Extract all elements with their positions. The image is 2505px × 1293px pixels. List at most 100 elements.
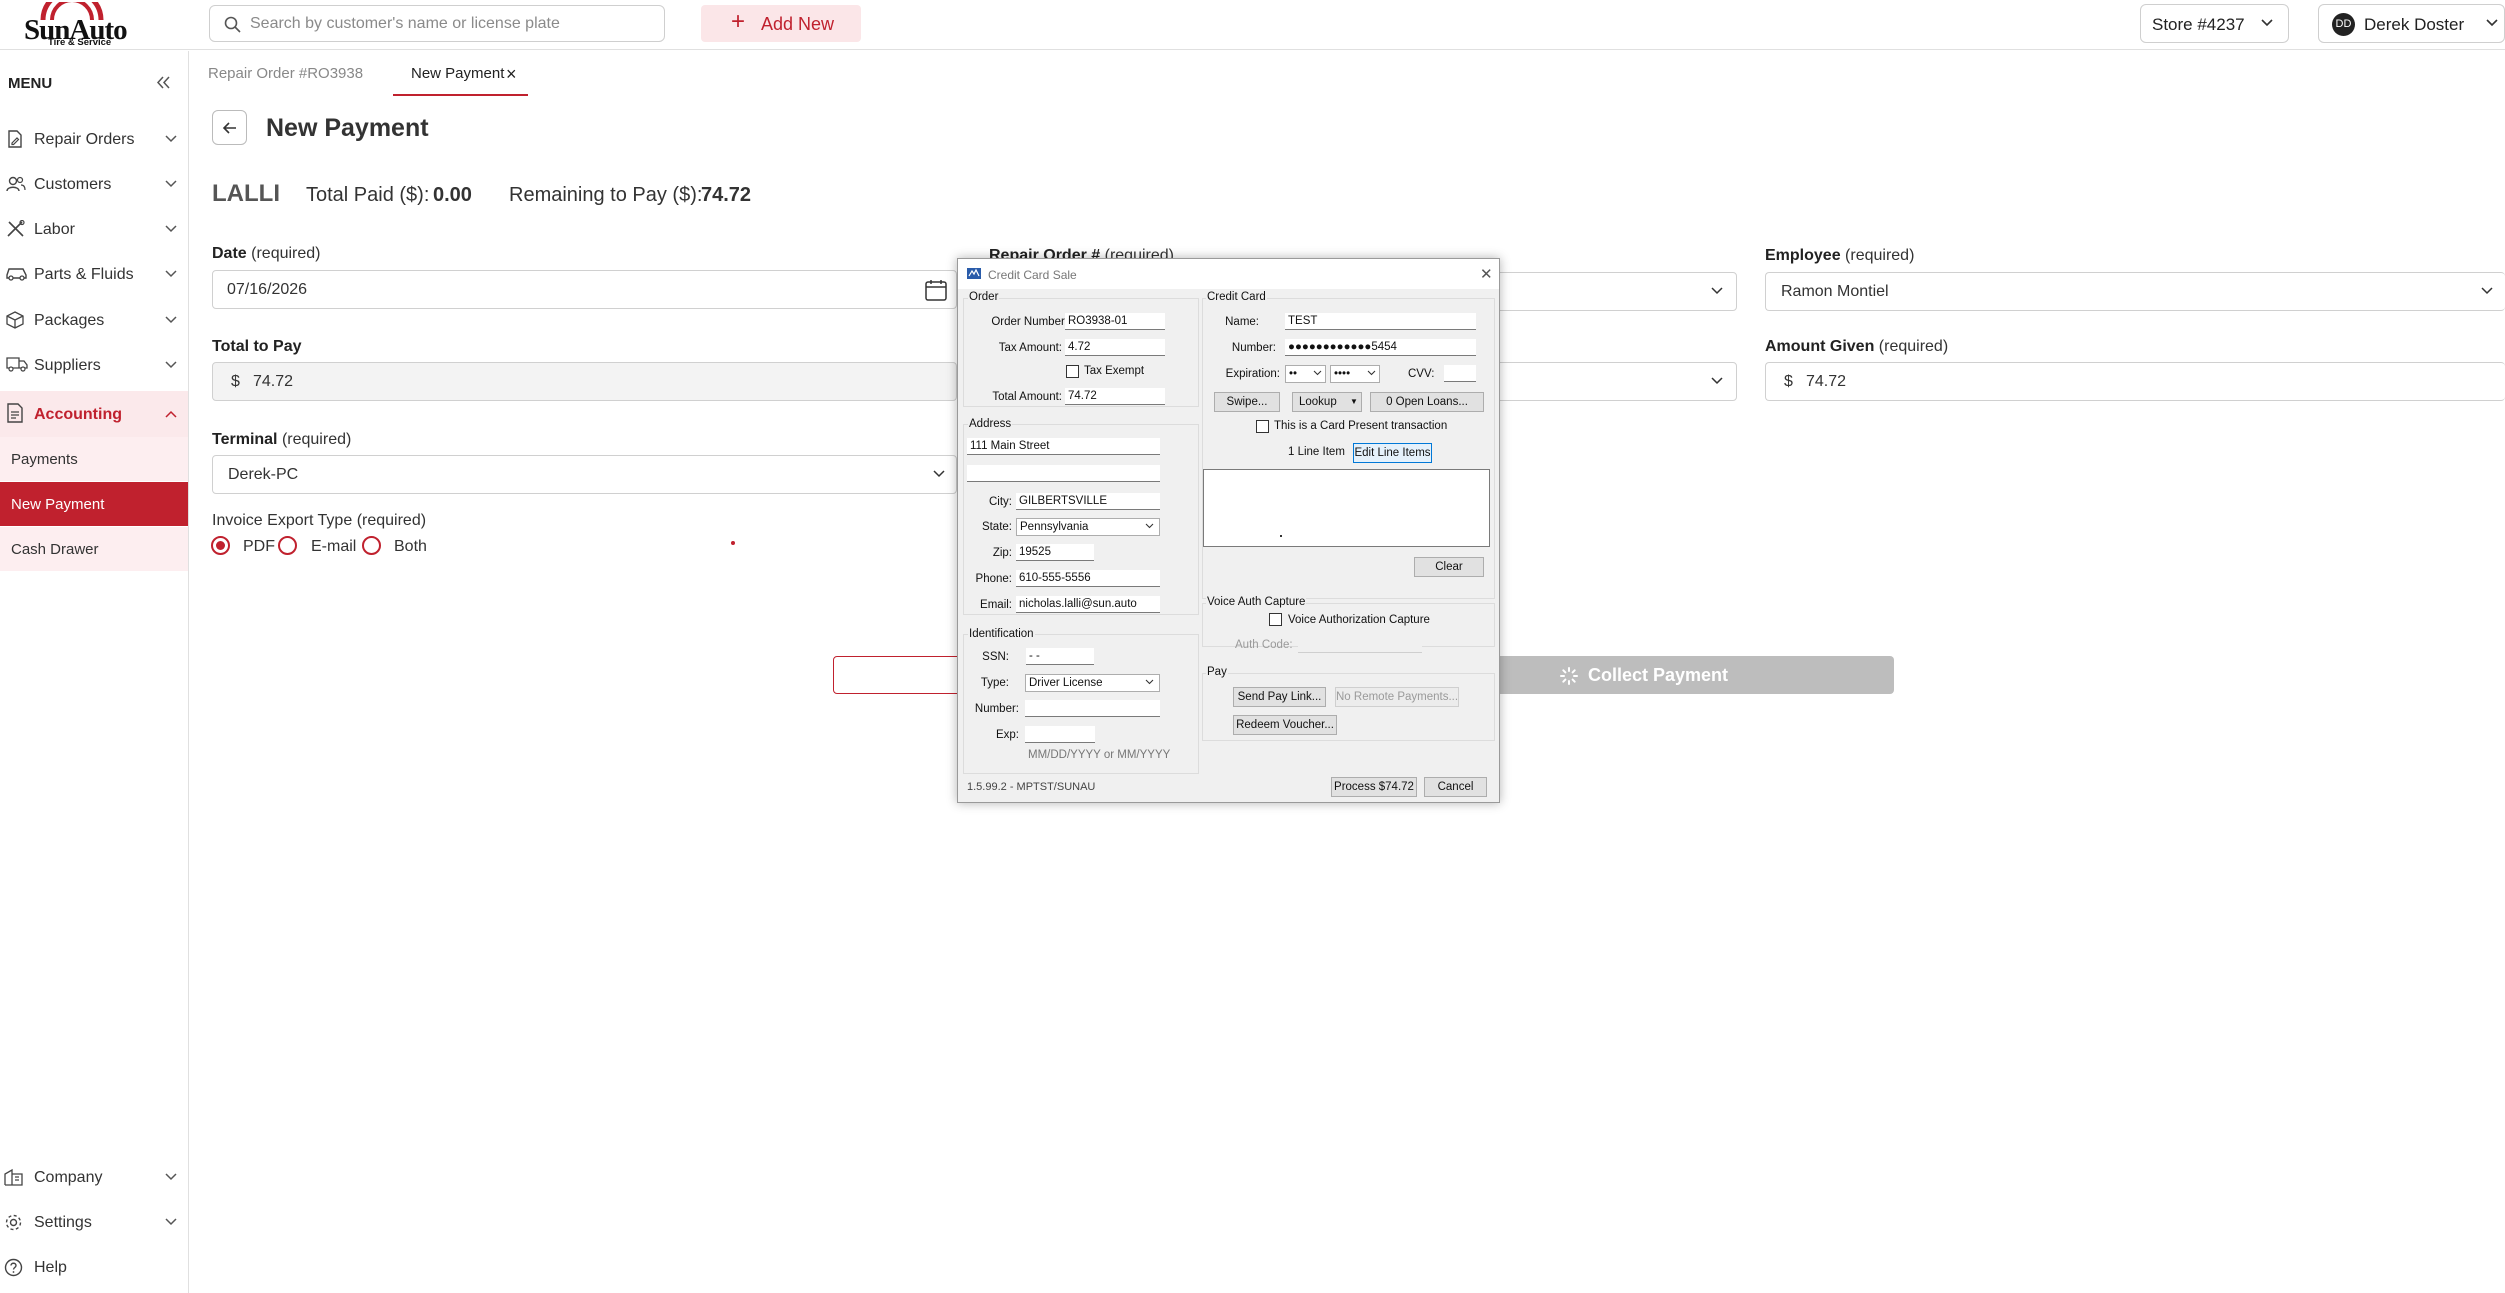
pay-group-title: Pay: [1206, 666, 1228, 678]
swipe-button[interactable]: Swipe...: [1214, 392, 1280, 412]
sidebar-item-suppliers[interactable]: Suppliers: [0, 344, 188, 386]
id-number-label: Number:: [974, 703, 1019, 715]
sidebar-item-repair-orders[interactable]: Repair Orders: [0, 118, 188, 160]
process-payment-button[interactable]: Process $74.72: [1331, 777, 1417, 797]
id-exp-field[interactable]: [1025, 726, 1095, 743]
close-tab-icon[interactable]: ×: [506, 64, 517, 85]
payment-method-select[interactable]: [1490, 362, 1737, 401]
chevron-down-icon: [165, 361, 177, 369]
cancel-payment-button[interactable]: [833, 656, 963, 694]
clear-button[interactable]: Clear: [1414, 557, 1484, 577]
sidebar-item-company[interactable]: Company: [0, 1158, 188, 1196]
currency-symbol: $: [1784, 373, 1793, 390]
state-select[interactable]: Pennsylvania: [1016, 518, 1160, 536]
tab-repair-order[interactable]: Repair Order #RO3938: [190, 51, 375, 96]
tab-new-payment[interactable]: New Payment ×: [393, 51, 528, 96]
id-exp-label: Exp:: [995, 729, 1019, 741]
address-line2-field[interactable]: [967, 465, 1160, 482]
ledger-icon: [7, 403, 23, 423]
sunauto-logo[interactable]: SunAuto Tire & Service: [24, 2, 128, 48]
employee-select[interactable]: Ramon Montiel: [1765, 272, 2505, 311]
user-menu[interactable]: DD Derek Doster: [2318, 4, 2505, 43]
sidebar-subitem-new-payment[interactable]: New Payment: [0, 482, 188, 526]
menu-label: MENU: [8, 75, 53, 92]
file-edit-icon: [8, 130, 22, 148]
signature-mark: [1280, 535, 1282, 537]
card-number-label: Number:: [1231, 342, 1276, 354]
ssn-field[interactable]: - -: [1026, 648, 1094, 665]
sidebar-item-settings[interactable]: Settings: [0, 1203, 188, 1241]
id-type-select[interactable]: Driver License: [1025, 674, 1160, 692]
cvv-field[interactable]: [1444, 365, 1476, 382]
lookup-button[interactable]: Lookup ▼: [1292, 392, 1362, 412]
sidebar-subitem-payments[interactable]: Payments: [0, 437, 188, 481]
export-pdf-radio[interactable]: [211, 536, 230, 555]
dialog-cancel-button[interactable]: Cancel: [1424, 777, 1487, 797]
date-field[interactable]: 07/16/2026: [212, 270, 957, 309]
calendar-icon[interactable]: [925, 279, 947, 301]
export-both-radio[interactable]: [362, 536, 381, 555]
add-new-button[interactable]: + Add New: [701, 5, 861, 42]
sidebar-item-accounting[interactable]: Accounting: [0, 391, 188, 437]
tax-exempt-checkbox[interactable]: [1066, 365, 1079, 378]
chevron-down-icon: [1711, 377, 1723, 385]
gear-icon: [5, 1214, 22, 1231]
exp-format-hint: MM/DD/YYYY or MM/YYYY: [1028, 749, 1171, 761]
sidebar-item-parts-fluids[interactable]: Parts & Fluids: [0, 253, 188, 295]
sidebar-item-customers[interactable]: Customers: [0, 163, 188, 205]
back-button[interactable]: [212, 110, 247, 145]
store-selector[interactable]: Store #4237: [2140, 4, 2289, 43]
card-name-field[interactable]: TEST: [1285, 313, 1476, 330]
edit-line-items-button[interactable]: Edit Line Items: [1353, 443, 1432, 463]
line-item-count: 1 Line Item: [1288, 446, 1345, 458]
help-icon: [4, 1258, 23, 1277]
card-present-checkbox[interactable]: [1256, 420, 1269, 433]
close-icon[interactable]: ✕: [1480, 265, 1493, 283]
exp-year-select[interactable]: ••••: [1330, 365, 1380, 383]
total-to-pay-field: $ 74.72: [212, 362, 957, 401]
tax-amount-field[interactable]: 4.72: [1065, 339, 1165, 356]
sidebar-subitem-cash-drawer[interactable]: Cash Drawer: [0, 527, 188, 571]
collapse-sidebar-icon[interactable]: [156, 76, 170, 89]
redeem-voucher-button[interactable]: Redeem Voucher...: [1233, 715, 1337, 735]
zip-field[interactable]: 19525: [1016, 544, 1094, 561]
dialog-title: Credit Card Sale: [988, 268, 1077, 282]
search-box[interactable]: [209, 5, 665, 42]
sidebar-item-packages[interactable]: Packages: [0, 299, 188, 341]
sidebar-item-labor[interactable]: Labor: [0, 208, 188, 250]
zip-label: Zip:: [992, 547, 1012, 559]
state-label: State:: [981, 521, 1012, 533]
car-icon: [6, 268, 27, 281]
tax-amount-label: Tax Amount:: [998, 342, 1062, 354]
phone-field[interactable]: 610-555-5556: [1016, 570, 1160, 587]
signature-pad[interactable]: [1203, 469, 1490, 547]
order-number-field[interactable]: RO3938-01: [1065, 313, 1165, 330]
sidebar-item-help[interactable]: Help: [0, 1248, 188, 1286]
terminal-select[interactable]: Derek-PC: [212, 455, 957, 494]
city-field[interactable]: GILBERTSVILLE: [1016, 493, 1160, 510]
id-number-field[interactable]: [1025, 700, 1160, 717]
exp-month-select[interactable]: ••: [1285, 365, 1326, 383]
city-label: City:: [989, 496, 1012, 508]
amount-given-input[interactable]: $ 74.72: [1765, 362, 2505, 401]
export-email-radio[interactable]: [278, 536, 297, 555]
total-amount-field[interactable]: 74.72: [1065, 388, 1165, 405]
repair-order-select[interactable]: [1490, 272, 1737, 311]
order-group-title: Order: [968, 291, 1000, 303]
collect-payment-button[interactable]: Collect Payment: [1490, 656, 1894, 694]
app-icon: [967, 268, 981, 279]
voice-auth-checkbox[interactable]: [1269, 613, 1282, 626]
address-line1-field[interactable]: 111 Main Street: [967, 438, 1160, 455]
card-number-field[interactable]: ●●●●●●●●●●●●5454: [1285, 339, 1476, 356]
send-pay-link-button[interactable]: Send Pay Link...: [1233, 687, 1326, 707]
amount-given-label: Amount Given (required): [1765, 338, 1949, 355]
terminal-label: Terminal (required): [212, 431, 352, 448]
open-loans-button[interactable]: 0 Open Loans...: [1370, 392, 1484, 412]
search-input[interactable]: [250, 13, 650, 35]
plus-icon: +: [731, 8, 746, 35]
dialog-titlebar[interactable]: Credit Card Sale ✕: [958, 259, 1499, 289]
chevron-down-icon: [1313, 370, 1322, 376]
sidebar-subitem-label: New Payment: [11, 496, 105, 513]
id-type-label: Type:: [980, 677, 1009, 689]
email-field[interactable]: nicholas.lalli@sun.auto: [1016, 596, 1160, 613]
